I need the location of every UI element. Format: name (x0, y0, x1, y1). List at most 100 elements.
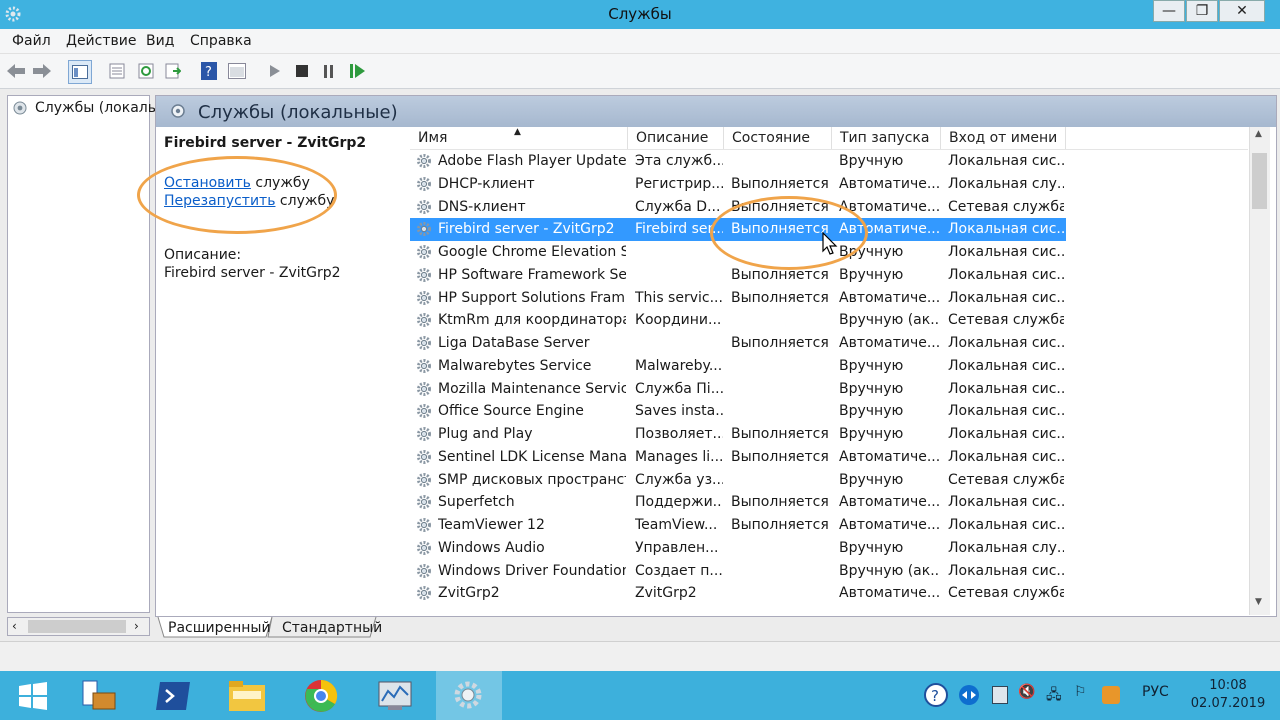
device-tray-icon[interactable] (992, 686, 1008, 704)
back-arrow-icon[interactable] (5, 60, 27, 82)
properties-list-icon[interactable] (106, 60, 128, 82)
console-tree-icon[interactable] (68, 60, 92, 84)
service-gear-icon (417, 586, 431, 601)
restart-service-icon[interactable] (347, 60, 369, 82)
cell-state: Выполняется (731, 426, 829, 442)
volume-muted-icon[interactable]: 🔇 (1018, 684, 1035, 700)
table-vertical-scrollbar[interactable]: ▲ ▼ (1249, 127, 1270, 615)
cell-name: ZvitGrp2 (438, 585, 500, 602)
services-gear-icon (13, 101, 27, 115)
cell-description: Служба D... (635, 198, 721, 215)
show-pane-icon[interactable] (226, 60, 248, 82)
scroll-up-icon[interactable]: ▲ (1255, 129, 1262, 139)
tree-horizontal-scrollbar[interactable]: ‹ › (7, 617, 150, 636)
flag-tray-icon[interactable]: ⚐ (1074, 684, 1087, 700)
scroll-left-icon[interactable]: ‹ (12, 619, 17, 633)
scroll-down-icon[interactable]: ▼ (1255, 597, 1262, 607)
server-manager-icon (82, 680, 116, 709)
start-service-icon[interactable] (264, 60, 286, 82)
svg-text:?: ? (931, 687, 939, 705)
column-header-state[interactable]: Состояние (724, 127, 832, 149)
scroll-right-icon[interactable]: › (134, 619, 139, 633)
table-row[interactable]: Liga DataBase Server Выполняется Автоматич… (410, 332, 1066, 355)
office-tray-icon[interactable] (1102, 686, 1120, 704)
column-header-name[interactable]: Имя ▲ (410, 127, 628, 149)
refresh-icon[interactable] (135, 60, 157, 82)
menu-view[interactable]: Вид (146, 33, 174, 49)
help-tray-icon[interactable]: ? (924, 683, 948, 707)
table-row[interactable]: ZvitGrp2 ZvitGrp2 Автоматиче... Сетевая слу… (410, 582, 1066, 605)
tab-standard[interactable]: Стандартный (282, 620, 382, 636)
language-indicator[interactable]: РУС (1142, 684, 1169, 700)
clock[interactable]: 10:08 02.07.2019 (1188, 677, 1268, 713)
service-gear-icon (417, 404, 431, 419)
table-row[interactable]: Superfetch Поддержи... Выполняется Автомати… (410, 491, 1066, 514)
column-header-logon[interactable]: Вход от имени (941, 127, 1066, 149)
table-row[interactable]: SMP дисковых пространст... Служба уз... Вр… (410, 469, 1066, 492)
restart-service-link[interactable]: Перезапустить (164, 193, 275, 209)
tab-extended[interactable]: Расширенный (168, 620, 271, 636)
taskbar-powershell[interactable] (140, 671, 206, 720)
tree-root-label[interactable]: Службы (локалы (35, 100, 159, 116)
table-row[interactable]: HP Support Solutions Fram... This servic.… (410, 287, 1066, 310)
table-row[interactable]: KtmRm для координатора ... Координи... Вру… (410, 309, 1066, 332)
cell-logon: Локальная сис... (948, 266, 1064, 283)
network-tray-icon[interactable]: 🖧 (1046, 684, 1062, 708)
table-row[interactable]: Windows Driver Foundation... Создает п...… (410, 560, 1066, 583)
table-row[interactable]: Malwarebytes Service Malwareby... Вручную Л… (410, 355, 1066, 378)
teamviewer-tray-icon[interactable] (958, 684, 980, 706)
panel-title: Службы (локальные) (198, 102, 398, 123)
cell-name: Firebird server - ZvitGrp2 (438, 221, 615, 238)
column-header-startup[interactable]: Тип запуска (832, 127, 941, 149)
taskbar-services[interactable] (436, 671, 502, 720)
table-row[interactable]: Windows Audio Управлен... Вручную Локальная… (410, 537, 1066, 560)
help-icon[interactable]: ? (198, 60, 220, 82)
start-button[interactable] (0, 671, 66, 720)
stop-service-icon[interactable] (291, 60, 313, 82)
taskbar-chrome[interactable] (288, 671, 354, 720)
table-row[interactable]: Sentinel LDK License Mana... Manages li..… (410, 446, 1066, 469)
cell-name: Office Source Engine (438, 403, 584, 420)
column-header-description[interactable]: Описание (628, 127, 724, 149)
maximize-button[interactable]: ❐ (1186, 0, 1218, 22)
table-row[interactable]: DHCP-клиент Регистрир... Выполняется Автома… (410, 173, 1066, 196)
menu-help[interactable]: Справка (190, 33, 252, 49)
table-row[interactable]: Google Chrome Elevation S... Вручную Локал… (410, 241, 1066, 264)
taskbar-explorer[interactable] (214, 671, 280, 720)
vscroll-thumb[interactable] (1252, 153, 1267, 209)
export-list-icon[interactable] (162, 60, 184, 82)
cell-name: Windows Driver Foundation... (438, 562, 626, 579)
forward-arrow-icon[interactable] (31, 60, 53, 82)
close-button[interactable]: ✕ (1219, 0, 1265, 22)
table-row[interactable]: Firebird server - ZvitGrp2 Firebird ser..… (410, 218, 1066, 242)
cell-startup: Вручную (839, 244, 904, 260)
cell-name: Windows Audio (438, 539, 545, 556)
minimize-button[interactable]: — (1153, 0, 1185, 22)
window-title: Службы (608, 5, 672, 23)
service-gear-icon (417, 540, 431, 555)
table-row[interactable]: Plug and Play Позволяет... Выполняется Вруч… (410, 423, 1066, 446)
cell-logon: Локальная сис... (948, 221, 1064, 238)
taskbar-server-manager[interactable] (66, 671, 132, 720)
cell-logon: Локальная сис... (948, 289, 1064, 306)
cell-description: Saves insta... (635, 403, 723, 420)
cell-state: Выполняется (731, 266, 829, 283)
scroll-thumb[interactable] (28, 620, 126, 633)
menu-file[interactable]: Файл (12, 33, 51, 49)
stop-service-link[interactable]: Остановить (164, 175, 251, 191)
cell-state: Выполняется (731, 517, 829, 533)
windows-logo-icon (19, 681, 47, 710)
table-row[interactable]: TeamViewer 12 TeamView... Выполняется Автом… (410, 514, 1066, 537)
table-row[interactable]: Office Source Engine Saves insta... Вручну… (410, 400, 1066, 423)
table-row[interactable]: Adobe Flash Player Update ... Эта служб..… (410, 150, 1066, 173)
table-row[interactable]: HP Software Framework Ser... Выполняется В… (410, 264, 1066, 287)
pause-service-icon[interactable] (318, 60, 340, 82)
service-gear-icon (417, 472, 431, 487)
table-row[interactable]: Mozilla Maintenance Service Служба Пі... В… (410, 378, 1066, 401)
taskbar-perfmon[interactable] (362, 671, 428, 720)
cell-startup: Вручную (839, 471, 904, 488)
sort-ascending-icon: ▲ (514, 127, 521, 137)
powershell-icon (156, 681, 190, 710)
menu-action[interactable]: Действие (66, 33, 136, 49)
table-row[interactable]: DNS-клиент Служба D... Выполняется Автомати… (410, 196, 1066, 219)
